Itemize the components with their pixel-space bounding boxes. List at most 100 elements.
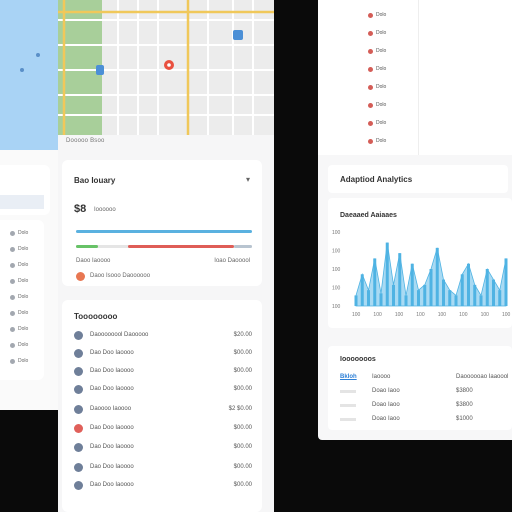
list-item[interactable]: Dolo xyxy=(368,102,386,108)
transaction-icon xyxy=(74,385,83,394)
x-tick-label: 100 xyxy=(459,312,468,318)
transaction-amount: $00.00 xyxy=(233,425,252,431)
table-row[interactable]: Dao Doo Iaoooo $00.00 xyxy=(74,423,252,435)
data-bar xyxy=(442,279,445,306)
bullet-icon xyxy=(368,102,373,108)
balance-dropdown-title[interactable]: Bao Iouary xyxy=(74,176,115,185)
list-item[interactable]: Dolo xyxy=(10,342,28,348)
x-tick-label: 100 xyxy=(481,312,490,318)
progress-segment-grey xyxy=(234,245,252,248)
transaction-amount: $00.00 xyxy=(233,464,252,470)
list-item[interactable]: Dolo xyxy=(10,246,28,252)
list-item[interactable]: Dolo xyxy=(368,84,386,90)
list-item-label: Dolo xyxy=(18,310,29,316)
data-bar xyxy=(423,284,427,306)
list-item-label: Dolo xyxy=(376,66,387,72)
data-bar xyxy=(467,263,470,306)
balance-card: Bao Iouary ▾ $8 Ioooooo Daoo Iaoooo Ioao… xyxy=(62,160,262,286)
y-tick-label: 100 xyxy=(332,230,341,236)
map-graphic xyxy=(58,0,274,135)
list-item-label: Dolo xyxy=(376,48,387,54)
transaction-name: Dao Doo Iaoooo xyxy=(90,482,134,488)
table-header[interactable]: Daoooooao Iaaoool xyxy=(456,374,508,380)
table-row[interactable]: Dao Doo Iaoooo $00.00 xyxy=(74,366,252,378)
list-item-label: Dolo xyxy=(18,246,29,252)
x-tick-label: 100 xyxy=(438,312,447,318)
transactions-title: Toooooooo xyxy=(74,312,118,321)
progress-left-label: Daoo Iaoooo xyxy=(76,258,111,264)
x-tick-label: 100 xyxy=(416,312,425,318)
list-item-label: Dolo xyxy=(376,12,387,18)
transaction-name: Dao Doo Iaoooo xyxy=(90,444,134,450)
transaction-amount: $00.00 xyxy=(233,368,252,374)
x-tick-label: 100 xyxy=(395,312,404,318)
data-bar xyxy=(479,295,483,306)
list-item[interactable]: Dolo xyxy=(10,262,28,268)
table-row[interactable]: Dao Doo Iaoooo $00.00 xyxy=(74,384,252,396)
data-bar xyxy=(429,269,433,306)
table-row[interactable]: Dao Doo Iaoooo $00.00 xyxy=(74,348,252,360)
bullet-icon xyxy=(10,358,15,364)
list-item[interactable]: Dolo xyxy=(368,138,386,144)
transaction-amount: $00.00 xyxy=(233,386,252,392)
list-item-label: Dolo xyxy=(376,30,387,36)
left-list: Dolo Dolo Dolo Dolo Dolo Dolo Dolo Dolo … xyxy=(0,220,44,380)
list-item[interactable]: Dolo xyxy=(10,278,28,284)
left-panel: Dolo Dolo Dolo Dolo Dolo Dolo Dolo Dolo … xyxy=(0,0,58,410)
transactions-card: Toooooooo Daoooooool Daooooo $20.00 Dao D… xyxy=(62,300,262,512)
bullet-icon xyxy=(368,66,373,72)
bullet-icon xyxy=(368,30,373,36)
y-tick-label: 100 xyxy=(332,267,341,273)
data-bar xyxy=(373,258,377,306)
transaction-icon xyxy=(74,481,83,490)
row-placeholder-bar xyxy=(340,390,356,393)
table-header-tab-active[interactable]: Bkloh xyxy=(340,374,357,380)
left-map-graphic xyxy=(0,0,58,150)
bullet-icon xyxy=(10,294,15,300)
bullet-icon xyxy=(10,230,15,236)
data-bar xyxy=(460,274,464,306)
map-view[interactable] xyxy=(58,0,274,135)
list-item[interactable]: Dolo xyxy=(10,358,28,364)
table-row[interactable]: Daoooooool Daooooo $20.00 xyxy=(74,330,252,342)
balance-amount-label: Ioooooo xyxy=(94,207,116,213)
chevron-down-icon[interactable]: ▾ xyxy=(246,175,250,184)
transit-marker-icon[interactable] xyxy=(233,30,243,40)
transaction-name: Dao Doo Iaoooo xyxy=(90,350,134,356)
balance-progress-bar xyxy=(76,230,252,233)
table-row[interactable]: Dao Doo Iaoooo $00.00 xyxy=(74,462,252,474)
table-row[interactable]: Daoooo Iaoooo $2 $0.00 xyxy=(74,404,252,416)
list-item[interactable]: Dolo xyxy=(368,48,386,54)
left-map-strip xyxy=(0,0,58,150)
data-bar xyxy=(367,290,370,306)
list-item[interactable]: Dolo xyxy=(10,230,28,236)
table-row[interactable]: Dao Doo Iaoooo $00.00 xyxy=(74,442,252,454)
transaction-name: Dao Doo Iaoooo xyxy=(90,464,134,470)
transaction-name: Dao Doo Iaoooo xyxy=(90,425,134,431)
row-placeholder-bar xyxy=(340,418,356,421)
left-summary-row[interactable] xyxy=(0,195,44,209)
table-row[interactable]: Dao Doo Iaoooo $00.00 xyxy=(74,480,252,492)
list-item[interactable]: Dolo xyxy=(368,120,386,126)
transaction-amount: $20.00 xyxy=(233,332,252,338)
x-tick-label: 100 xyxy=(502,312,511,318)
list-item[interactable]: Dolo xyxy=(368,30,386,36)
transaction-icon xyxy=(74,367,83,376)
list-item-label: Dolo xyxy=(18,262,29,268)
data-bar xyxy=(454,295,458,306)
list-item[interactable]: Dolo xyxy=(368,12,386,18)
transaction-icon xyxy=(74,443,83,452)
list-item[interactable]: Dolo xyxy=(10,310,28,316)
transit-marker-icon[interactable] xyxy=(96,65,104,75)
table-header[interactable]: Iaoooo xyxy=(372,374,390,380)
bullet-icon xyxy=(10,342,15,348)
x-tick-label: 100 xyxy=(373,312,382,318)
bullet-icon xyxy=(368,120,373,126)
list-item[interactable]: Dolo xyxy=(10,326,28,332)
list-item[interactable]: Dolo xyxy=(368,66,386,72)
bullet-icon xyxy=(10,310,15,316)
list-item-label: Dolo xyxy=(376,120,387,126)
table-cell: $3800 xyxy=(456,388,473,394)
list-item-label: Dolo xyxy=(18,326,29,332)
list-item[interactable]: Dolo xyxy=(10,294,28,300)
